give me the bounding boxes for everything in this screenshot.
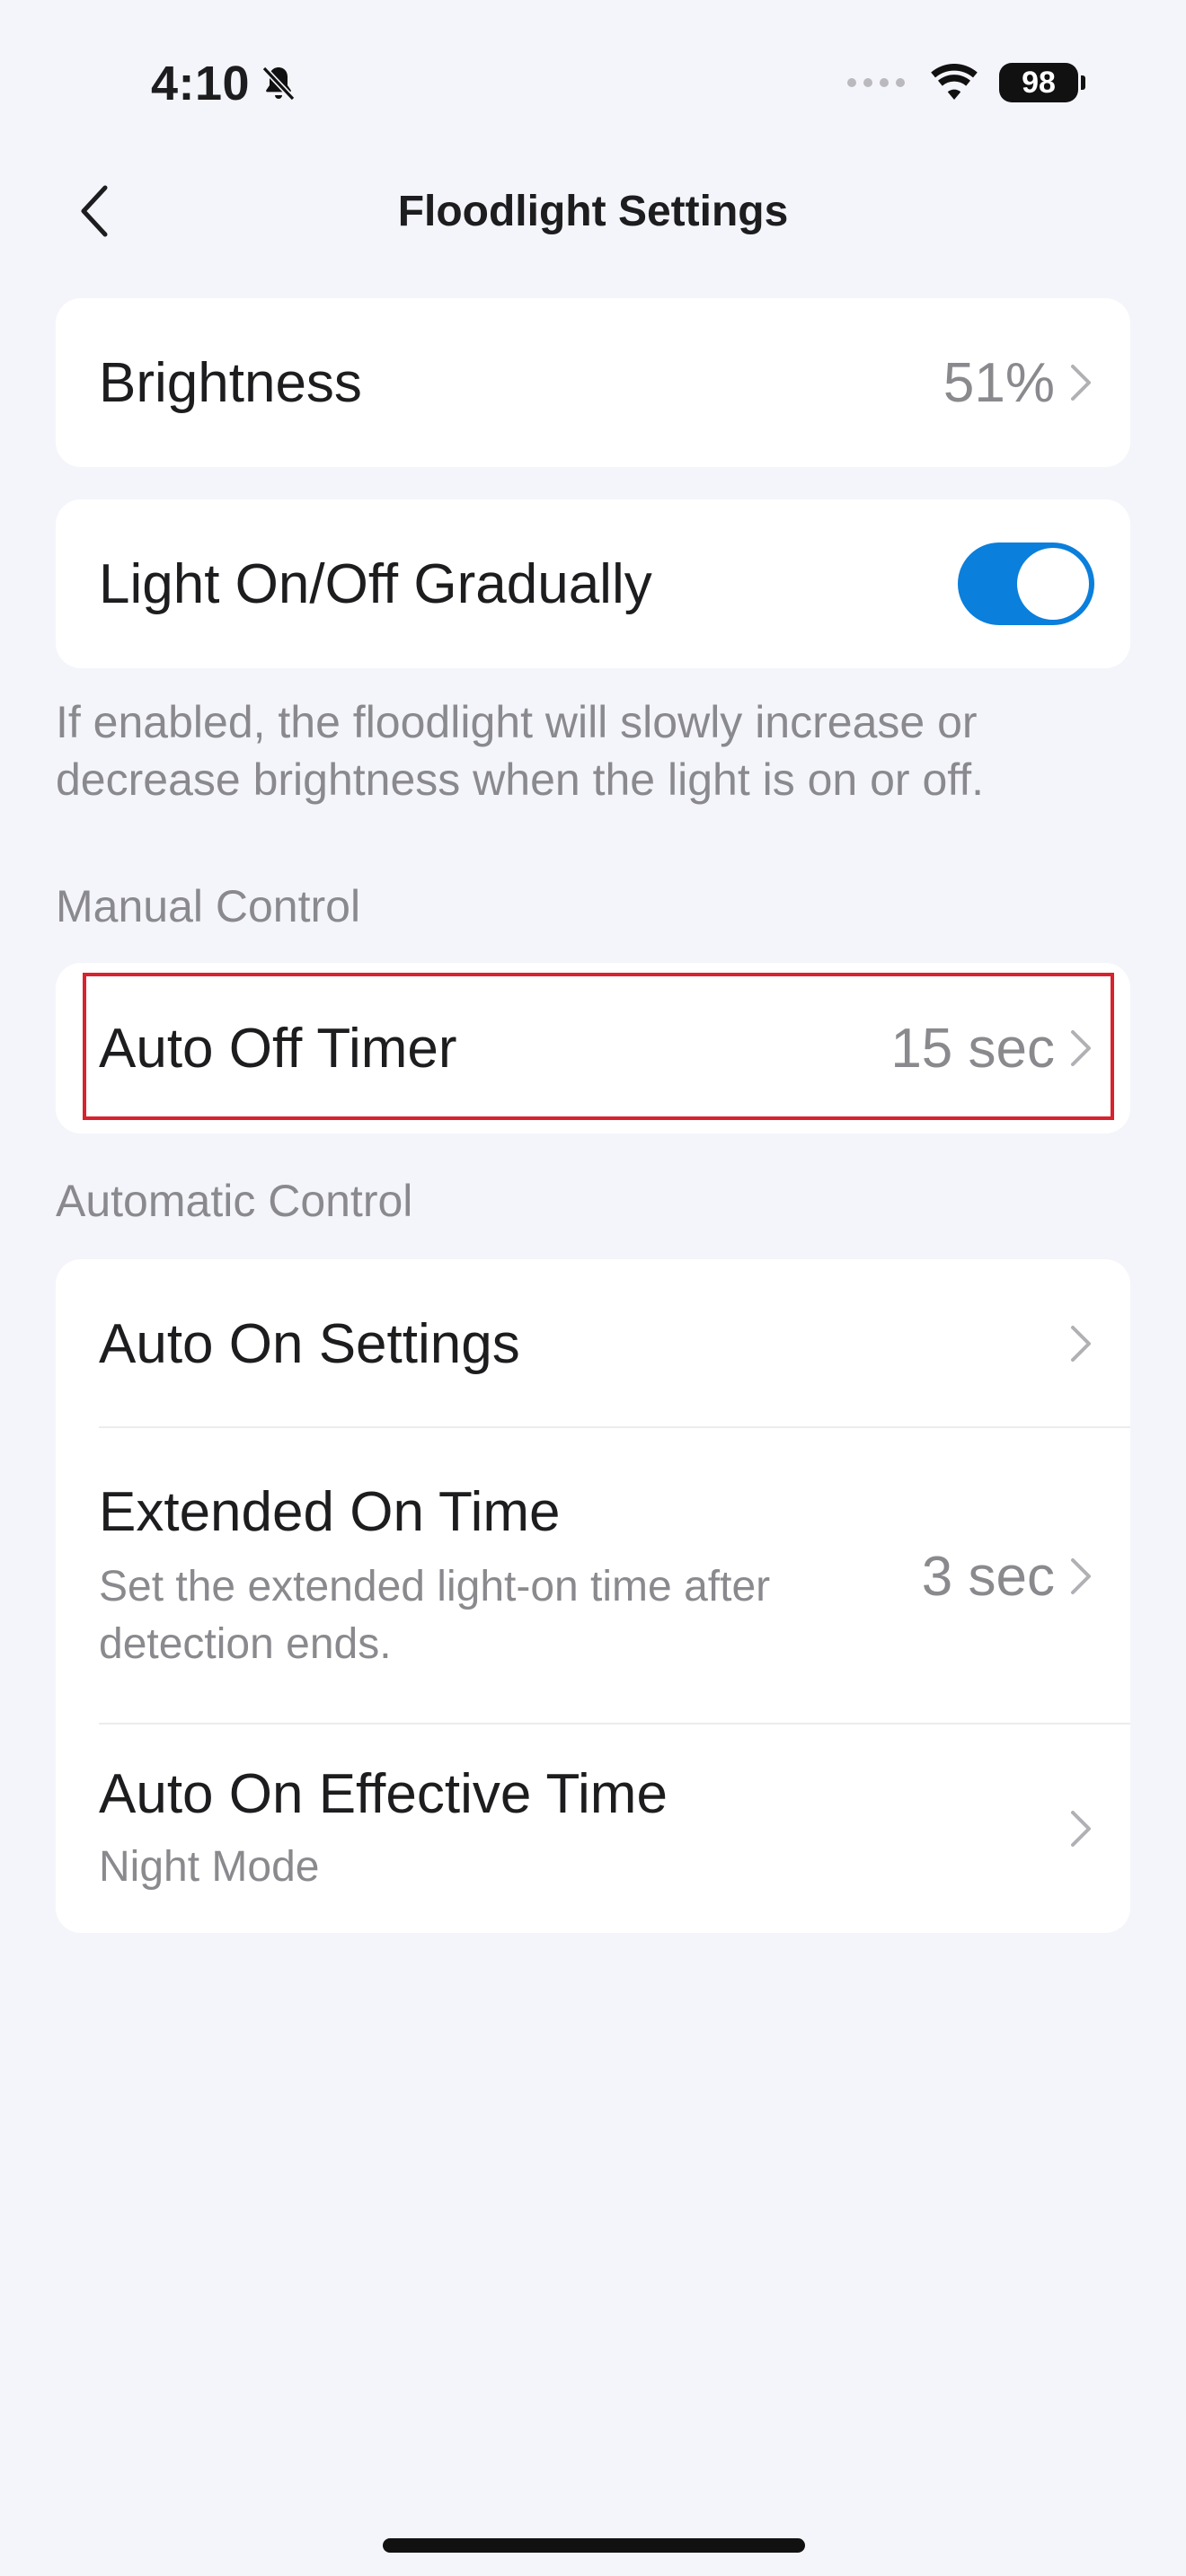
- gradual-row: Light On/Off Gradually: [56, 499, 1130, 668]
- auto-on-settings-label: Auto On Settings: [99, 1312, 520, 1375]
- auto-off-timer-label: Auto Off Timer: [99, 1017, 457, 1080]
- status-time-text: 4:10: [151, 57, 251, 110]
- auto-on-effective-time-subtitle: Night Mode: [99, 1842, 320, 1891]
- status-time: 4:10: [151, 56, 300, 111]
- status-bar: 4:10 98: [0, 0, 1186, 171]
- chevron-right-icon: [1071, 1326, 1091, 1362]
- chevron-right-icon: [1071, 1811, 1091, 1847]
- page-title: Floodlight Settings: [397, 188, 789, 235]
- wifi-icon: [931, 64, 978, 100]
- automatic-control-header: Automatic Control: [56, 1176, 413, 1226]
- chevron-right-icon: [1071, 1030, 1091, 1066]
- brightness-row[interactable]: Brightness 51%: [56, 298, 1130, 467]
- battery-level: 98: [1022, 65, 1056, 100]
- extended-on-time-text: Extended On Time Set the extended light-…: [99, 1480, 800, 1673]
- gradual-label: Light On/Off Gradually: [99, 552, 652, 615]
- gradual-card: Light On/Off Gradually: [56, 499, 1130, 668]
- auto-on-effective-time-text: Auto On Effective Time Night Mode: [99, 1762, 668, 1896]
- extended-on-time-label: Extended On Time: [99, 1480, 561, 1543]
- chevron-right-icon: [1071, 1558, 1091, 1594]
- extended-on-time-row[interactable]: Extended On Time Set the extended light-…: [56, 1428, 1130, 1725]
- brightness-card: Brightness 51%: [56, 298, 1130, 467]
- automatic-control-card: Auto On Settings Extended On Time Set th…: [56, 1259, 1130, 1933]
- brightness-value: 51%: [943, 351, 1055, 414]
- gradual-toggle[interactable]: [958, 543, 1094, 625]
- battery-indicator: 98: [999, 63, 1085, 102]
- extended-on-time-value: 3 sec: [921, 1545, 1055, 1608]
- auto-on-effective-time-row[interactable]: Auto On Effective Time Night Mode: [56, 1725, 1130, 1933]
- auto-on-settings-row[interactable]: Auto On Settings: [56, 1259, 1130, 1428]
- auto-on-effective-time-label: Auto On Effective Time: [99, 1762, 668, 1825]
- manual-control-card: Auto Off Timer 15 sec: [56, 963, 1130, 1134]
- toggle-knob: [1017, 548, 1089, 620]
- cellular-signal-icon: [847, 78, 905, 87]
- extended-on-time-subtitle: Set the extended light-on time after det…: [99, 1562, 771, 1668]
- auto-off-timer-value: 15 sec: [890, 1017, 1055, 1080]
- brightness-label: Brightness: [99, 351, 362, 414]
- home-indicator: [383, 2538, 805, 2553]
- chevron-right-icon: [1071, 365, 1091, 401]
- auto-off-timer-row[interactable]: Auto Off Timer 15 sec: [56, 963, 1130, 1134]
- status-indicators: 98: [846, 63, 1085, 102]
- manual-control-header: Manual Control: [56, 881, 361, 931]
- gradual-description: If enabled, the floodlight will slowly i…: [56, 697, 985, 805]
- nav-bar: Floodlight Settings: [0, 171, 1186, 251]
- bell-slash-icon: [261, 66, 296, 101]
